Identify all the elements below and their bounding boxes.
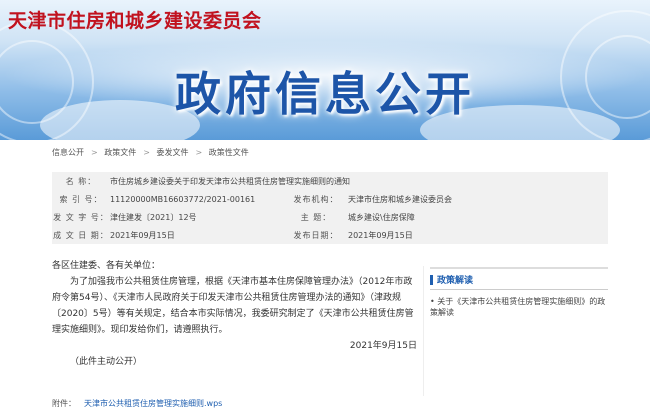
sidebar-link[interactable]: • 关于《天津市公共租赁住房管理实施细则》的政策解读 — [430, 296, 608, 318]
sidebar-policy-interpretation: 政策解读 • 关于《天津市公共租赁住房管理实施细则》的政策解读 — [430, 267, 608, 318]
breadcrumb-item[interactable]: 政策文件 — [104, 148, 136, 157]
breadcrumb-separator: > — [143, 148, 150, 157]
breadcrumb-separator: > — [91, 148, 98, 157]
meta-value: 市住房城乡建设委关于印发天津市公共租赁住房管理实施细则的通知 — [110, 176, 608, 187]
meta-value: 2021年09月15日 — [110, 230, 284, 241]
meta-label: 发布机构： — [284, 194, 348, 205]
metadata-row-name: 名 称： 市住房城乡建设委关于印发天津市公共租赁住房管理实施细则的通知 — [52, 172, 608, 190]
heading-accent-bar — [430, 275, 433, 285]
metadata-row-dates: 成 文 日 期： 2021年09月15日 发布日期： 2021年09月15日 — [52, 226, 608, 244]
metadata-row-docno: 发 文 字 号： 津住建发〔2021〕12号 主 题： 城乡建设\住房保障 — [52, 208, 608, 226]
breadcrumb-item[interactable]: 政策性文件 — [209, 148, 249, 157]
document-metadata-table: 名 称： 市住房城乡建设委关于印发天津市公共租赁住房管理实施细则的通知 索 引 … — [52, 172, 608, 244]
attachment-link[interactable]: 天津市公共租赁住房管理实施细则.wps — [84, 399, 222, 408]
salutation: 各区住建委、各有关单位： — [52, 258, 417, 274]
banner-title: 政府信息公开 — [0, 58, 650, 124]
column-divider — [423, 266, 424, 396]
breadcrumb-separator: > — [196, 148, 203, 157]
document-date: 2021年9月15日 — [52, 338, 417, 354]
meta-value: 天津市住房和城乡建设委员会 — [348, 194, 608, 205]
meta-label: 索 引 号： — [52, 194, 110, 205]
meta-value: 2021年09月15日 — [348, 230, 608, 241]
breadcrumb-item[interactable]: 信息公开 — [52, 148, 84, 157]
metadata-row-index: 索 引 号： 11120000MB16603772/2021-00161 发布机… — [52, 190, 608, 208]
meta-label: 成 文 日 期： — [52, 230, 110, 241]
body-paragraph: 为了加强我市公共租赁住房管理，根据《天津市基本住房保障管理办法》（2012年市政… — [52, 274, 417, 338]
breadcrumb: 信息公开 > 政策文件 > 委发文件 > 政策性文件 — [52, 147, 252, 158]
breadcrumb-item[interactable]: 委发文件 — [157, 148, 189, 157]
meta-value: 城乡建设\住房保障 — [348, 212, 608, 223]
meta-value: 津住建发〔2021〕12号 — [110, 212, 284, 223]
public-note: （此件主动公开） — [52, 354, 417, 370]
document-body: 各区住建委、各有关单位： 为了加强我市公共租赁住房管理，根据《天津市基本住房保障… — [52, 258, 417, 370]
meta-label: 发布日期： — [284, 230, 348, 241]
sidebar-heading: 政策解读 — [430, 267, 608, 286]
meta-label: 名 称： — [52, 176, 110, 187]
meta-label: 发 文 字 号： — [52, 212, 110, 223]
sidebar-rule — [430, 289, 608, 290]
attachment-line: 附件： 天津市公共租赁住房管理实施细则.wps — [52, 398, 222, 409]
attachment-label: 附件： — [52, 399, 76, 408]
site-title[interactable]: 天津市住房和城乡建设委员会 — [8, 6, 262, 33]
meta-label: 主 题： — [284, 212, 348, 223]
sidebar-heading-label: 政策解读 — [437, 273, 473, 286]
header-banner: 天津市住房和城乡建设委员会 政府信息公开 — [0, 0, 650, 140]
meta-value: 11120000MB16603772/2021-00161 — [110, 195, 284, 204]
